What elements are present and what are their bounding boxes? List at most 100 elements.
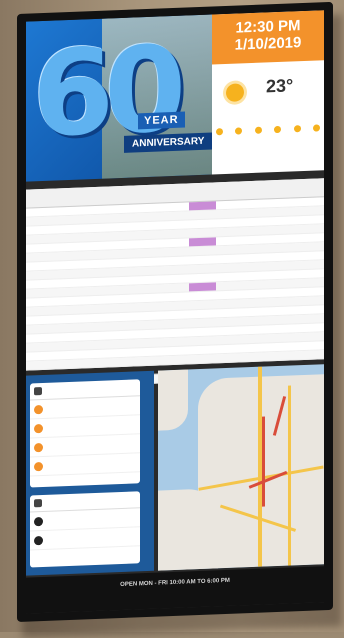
table-cell — [243, 343, 270, 352]
table-cell — [107, 276, 134, 285]
table-cell — [270, 288, 297, 297]
table-cell — [161, 265, 188, 274]
table-cell — [26, 334, 53, 343]
table-cell — [161, 220, 188, 229]
table-cell — [161, 247, 188, 256]
table-cell — [161, 355, 188, 364]
table-cell — [270, 225, 297, 234]
table-cell — [161, 229, 188, 238]
forecast-day — [274, 124, 282, 135]
table-cell — [297, 197, 324, 206]
table-header-cell — [134, 184, 161, 203]
table-cell — [270, 261, 297, 270]
table-cell — [26, 262, 53, 271]
table-cell — [297, 278, 324, 287]
forecast-day — [254, 125, 262, 136]
table-header-cell — [53, 188, 80, 207]
table-cell — [243, 316, 270, 325]
route-badge — [34, 461, 43, 471]
table-cell — [26, 298, 53, 307]
sun-icon — [254, 126, 262, 134]
table-cell — [189, 318, 216, 327]
table-cell — [188, 237, 216, 247]
table-cell — [243, 298, 270, 307]
table-cell — [270, 297, 297, 306]
table-cell — [26, 226, 53, 235]
table-header-cell — [107, 185, 134, 204]
table-cell — [189, 354, 216, 363]
table-cell — [107, 303, 134, 312]
table-cell — [107, 258, 134, 267]
table-cell — [297, 323, 324, 332]
table-cell — [216, 353, 243, 362]
table-cell — [243, 271, 270, 280]
anniversary-year-label: YEAR — [138, 111, 185, 130]
table-cell — [270, 234, 297, 243]
table-cell — [26, 280, 53, 289]
weather-forecast — [216, 122, 320, 137]
table-cell — [270, 333, 297, 342]
table-cell — [134, 293, 161, 302]
map-road — [288, 385, 291, 566]
table-cell — [189, 291, 216, 300]
table-cell — [161, 283, 188, 292]
table-cell — [161, 274, 188, 283]
table-cell — [26, 352, 53, 361]
table-cell — [53, 351, 80, 360]
table-cell — [189, 210, 216, 219]
table-header-cell — [189, 182, 216, 201]
table-cell — [243, 280, 270, 289]
table-cell — [80, 242, 107, 251]
table-cell — [270, 306, 297, 315]
table-cell — [80, 215, 107, 224]
table-cell — [161, 319, 188, 328]
traffic-map — [158, 364, 324, 571]
table-cell — [161, 238, 188, 247]
table-cell — [53, 234, 80, 243]
table-cell — [189, 327, 216, 336]
table-cell — [80, 206, 107, 215]
table-cell — [134, 257, 161, 266]
table-header-cell — [26, 189, 53, 208]
sun-icon — [226, 83, 244, 102]
table-cell — [270, 315, 297, 324]
digital-signage-display: 60 YEAR ANNIVERSARY 12:30 PM 1/10/2019 2… — [17, 1, 333, 622]
table-cell — [297, 251, 324, 260]
clock-date: 1/10/2019 — [234, 34, 302, 54]
train-arrivals-card — [30, 491, 140, 568]
table-cell — [107, 267, 134, 276]
map-land — [158, 369, 188, 431]
table-cell — [80, 269, 107, 278]
table-cell — [134, 221, 161, 230]
table-header-cell — [80, 187, 107, 206]
table-cell — [134, 338, 161, 347]
table-cell — [80, 305, 107, 314]
table-cell — [53, 342, 80, 351]
arrival-row — [30, 453, 140, 477]
table-cell — [216, 200, 243, 209]
table-cell — [80, 341, 107, 350]
bus-arrivals-card — [30, 379, 140, 488]
table-cell — [26, 244, 53, 253]
sun-icon — [312, 124, 320, 132]
sun-icon — [216, 128, 223, 136]
weather-temperature: 23° — [266, 75, 294, 97]
table-cell — [107, 339, 134, 348]
table-cell — [80, 350, 107, 359]
table-cell — [26, 208, 53, 217]
table-cell — [216, 317, 243, 326]
table-cell — [243, 307, 270, 316]
table-header-cell — [270, 179, 297, 198]
table-cell — [270, 279, 297, 288]
table-cell — [107, 312, 134, 321]
table-cell — [297, 215, 324, 224]
display-screen: 60 YEAR ANNIVERSARY 12:30 PM 1/10/2019 2… — [26, 10, 324, 614]
table-cell — [107, 240, 134, 249]
table-cell — [189, 255, 216, 264]
table-cell — [216, 326, 243, 335]
table-cell — [53, 279, 80, 288]
table-cell — [134, 248, 161, 257]
table-cell — [53, 288, 80, 297]
route-badge — [34, 423, 43, 433]
clock-widget: 12:30 PM 1/10/2019 — [212, 10, 324, 65]
